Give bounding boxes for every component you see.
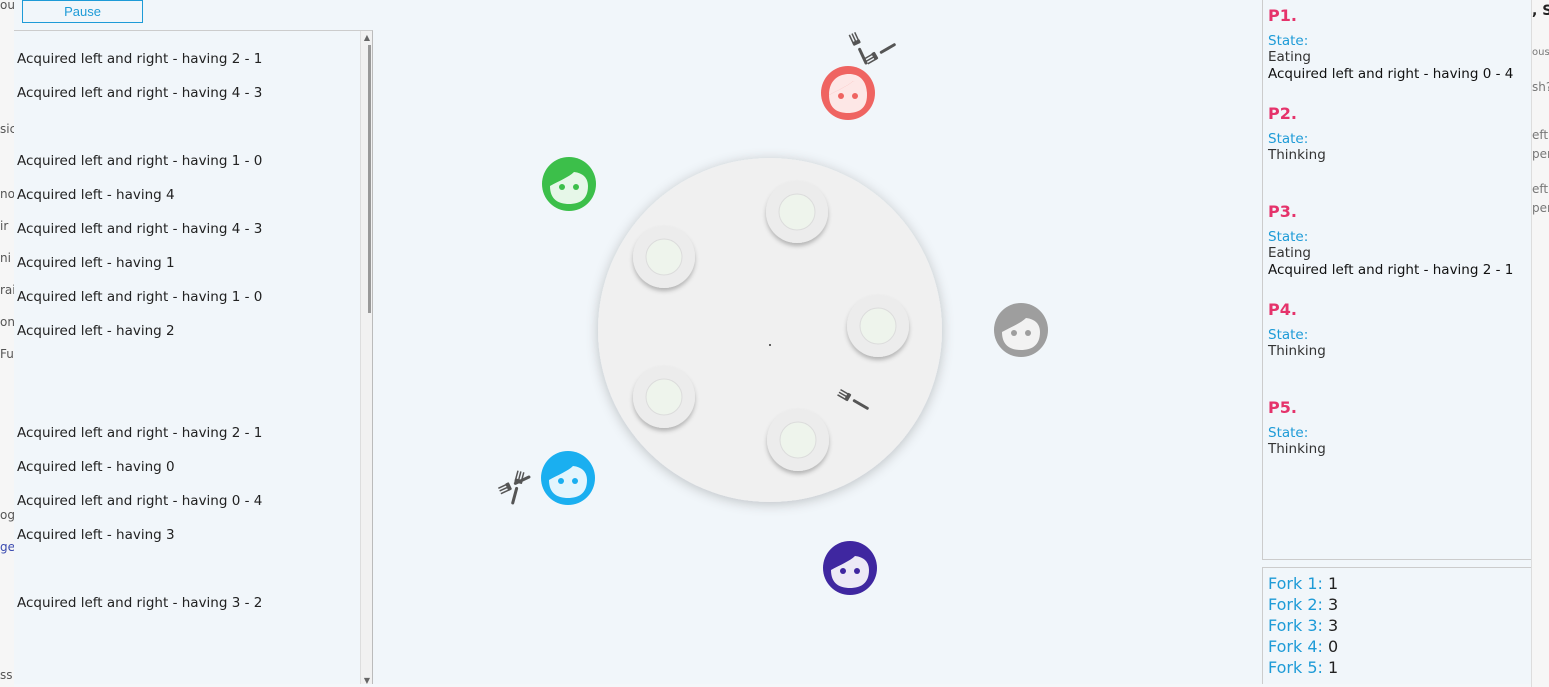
philosopher-status-panel: P1. State: Eating Acquired left and righ…	[1262, 0, 1531, 560]
log-entry: Acquired left and right - having 3 - 2	[17, 595, 263, 611]
log-entry: Acquired left - having 4	[17, 187, 175, 203]
plate-3	[767, 409, 829, 471]
philosopher-green-face-icon	[542, 157, 596, 211]
philosopher-purple-face-icon	[823, 541, 877, 595]
state-label: State:	[1268, 425, 1309, 441]
philosopher-status-p3: P3. State: Eating Acquired left and righ…	[1268, 202, 1513, 279]
fork-label: Fork 1:	[1268, 574, 1323, 593]
dining-table-scene	[497, 31, 1048, 595]
plate-2	[847, 295, 909, 357]
log-entry: Acquired left and right - having 0 - 4	[17, 493, 263, 509]
log-entry: Acquired left and right - having 4 - 3	[17, 85, 263, 101]
fork-label: Fork 2:	[1268, 595, 1323, 614]
scroll-up-arrow-icon[interactable]: ▲	[364, 33, 370, 42]
philosopher-name: P4.	[1268, 300, 1297, 319]
state-detail: Acquired left and right - having 2 - 1	[1268, 262, 1514, 278]
state-value: Thinking	[1268, 147, 1326, 163]
philosopher-name: P3.	[1268, 202, 1297, 221]
log-entry: Acquired left - having 2	[17, 323, 175, 339]
fork-row: Fork 5: 1	[1268, 657, 1531, 678]
state-value: Eating	[1268, 245, 1311, 261]
log-scrollbar[interactable]: ▲ ▼	[360, 31, 372, 684]
philosopher-name: P1.	[1268, 6, 1297, 25]
dining-philosophers-app: Pause Acquired left and right - having 2…	[14, 0, 1531, 684]
fork-row: Fork 2: 3	[1268, 594, 1531, 615]
philosopher-status-p1: P1. State: Eating Acquired left and righ…	[1268, 6, 1513, 83]
fork-label: Fork 4:	[1268, 637, 1323, 656]
plate-4	[633, 366, 695, 428]
philosopher-status-p4: P4. State: Thinking	[1268, 300, 1326, 360]
fork-label: Fork 3:	[1268, 616, 1323, 635]
fork-owner-value: 3	[1328, 595, 1339, 614]
philosopher-blue-face-icon	[541, 451, 595, 505]
log-entry: Acquired left and right - having 2 - 1	[17, 51, 263, 67]
state-label: State:	[1268, 327, 1309, 343]
fork-owner-value: 0	[1328, 637, 1339, 656]
fork-label: Fork 5:	[1268, 658, 1323, 677]
fork-row: Fork 1: 1	[1268, 573, 1531, 594]
philosopher-status-p5: P5. State: Thinking	[1268, 398, 1326, 458]
log-scrollbar-thumb[interactable]	[368, 45, 371, 313]
state-value: Eating	[1268, 49, 1311, 65]
log-entry: Acquired left - having 1	[17, 255, 175, 271]
background-page-left: ou sic no ir ni rai on Fu og ge ss	[0, 0, 14, 687]
state-detail: Acquired left and right - having 0 - 4	[1268, 66, 1514, 82]
log-entry: Acquired left and right - having 4 - 3	[17, 221, 263, 237]
fork-icon	[864, 40, 898, 65]
philosopher-gray-face-icon	[994, 303, 1048, 357]
scroll-down-arrow-icon[interactable]: ▼	[364, 676, 370, 684]
background-page-right: , Si ous sh? eft. per eft. per	[1531, 0, 1549, 687]
state-label: State:	[1268, 33, 1309, 49]
philosopher-name: P5.	[1268, 398, 1297, 417]
fork-owner-value: 1	[1328, 574, 1339, 593]
plate-1	[766, 181, 828, 243]
log-entry: Acquired left - having 3	[17, 527, 175, 543]
log-entry: Acquired left and right - having 1 - 0	[17, 153, 263, 169]
dining-table-area	[374, 0, 1262, 684]
fork-owner-value: 1	[1328, 658, 1339, 677]
table-center-dot	[769, 344, 771, 346]
plate-5	[633, 226, 695, 288]
log-entry: Acquired left and right - having 1 - 0	[17, 289, 263, 305]
state-label: State:	[1268, 229, 1309, 245]
log-entry: Acquired left and right - having 2 - 1	[17, 425, 263, 441]
fork-row: Fork 3: 3	[1268, 615, 1531, 636]
log-entry: Acquired left - having 0	[17, 459, 175, 475]
state-value: Thinking	[1268, 441, 1326, 457]
fork-owner-value: 3	[1328, 616, 1339, 635]
state-label: State:	[1268, 131, 1309, 147]
philosopher-name: P2.	[1268, 104, 1297, 123]
philosopher-red-face-icon	[821, 66, 875, 120]
fork-row: Fork 4: 0	[1268, 636, 1531, 657]
philosopher-status-p2: P2. State: Thinking	[1268, 104, 1326, 164]
fork-ownership-panel: Fork 1: 1 Fork 2: 3 Fork 3: 3 Fork 4: 0 …	[1262, 567, 1531, 684]
pause-button[interactable]: Pause	[22, 0, 143, 23]
state-value: Thinking	[1268, 343, 1326, 359]
event-log-panel[interactable]: Acquired left and right - having 2 - 1 Ac…	[14, 30, 373, 684]
